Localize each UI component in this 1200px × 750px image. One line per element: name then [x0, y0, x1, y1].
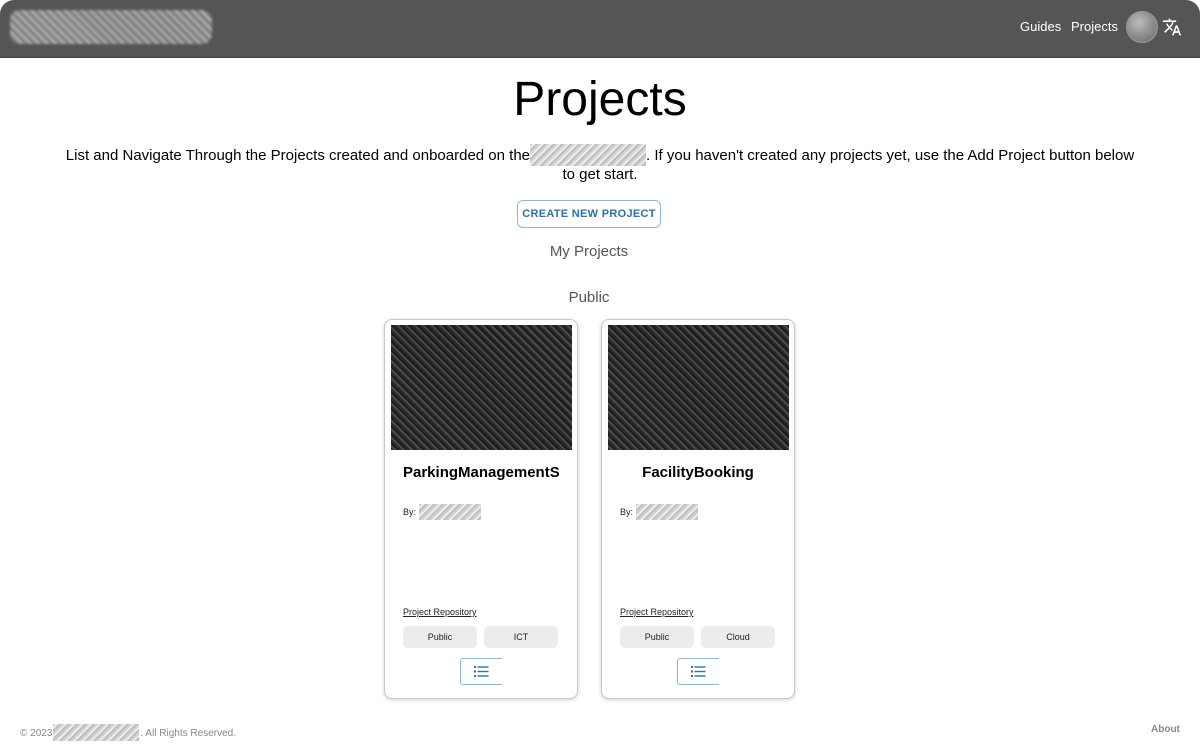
page-intro: List and Navigate Through the Projects c…	[60, 144, 1140, 183]
tag-visibility: Public	[403, 626, 477, 648]
redacted-author	[636, 504, 699, 520]
project-card[interactable]: FacilityBooking By: Project Repository P…	[601, 319, 795, 699]
list-icon	[474, 666, 489, 677]
project-details-button[interactable]	[460, 658, 502, 685]
intro-text-start: List and Navigate Through the Projects c…	[65, 147, 531, 164]
by-label: By:	[620, 507, 634, 517]
list-icon	[691, 666, 706, 677]
project-author: By:	[403, 504, 482, 520]
my-projects-heading: My Projects	[549, 243, 629, 260]
public-heading: Public	[568, 289, 610, 306]
project-thumbnail	[391, 325, 572, 450]
page-title: Projects	[513, 73, 687, 126]
copyright-notice: © 2023 . All Rights Reserved.	[20, 724, 236, 741]
project-repository-link[interactable]: Project Repository	[403, 607, 477, 617]
intro-text-end: . If you haven't created any projects ye…	[562, 147, 1135, 183]
project-details-button[interactable]	[677, 658, 719, 685]
tag-category: ICT	[484, 626, 558, 648]
copyright-prefix: © 2023	[20, 728, 53, 739]
nav-guides-link[interactable]: Guides	[1020, 19, 1061, 34]
redacted-author	[419, 504, 482, 520]
by-label: By:	[403, 507, 417, 517]
project-card[interactable]: ParkingManagementSystem By: Project Repo…	[384, 319, 578, 699]
tag-visibility: Public	[620, 626, 694, 648]
about-link[interactable]: About	[1151, 724, 1180, 735]
top-navbar: Guides Projects	[0, 0, 1200, 58]
redacted-org-name	[53, 724, 140, 741]
translate-icon[interactable]	[1162, 17, 1182, 37]
tag-category: Cloud	[701, 626, 775, 648]
nav-projects-link[interactable]: Projects	[1071, 19, 1118, 34]
project-title[interactable]: ParkingManagementSystem	[403, 464, 559, 481]
project-title[interactable]: FacilityBooking	[620, 464, 776, 481]
copyright-suffix: . All Rights Reserved.	[140, 728, 237, 739]
user-avatar[interactable]	[1126, 11, 1158, 43]
create-project-button[interactable]: CREATE NEW PROJECT	[517, 200, 661, 228]
project-repository-link[interactable]: Project Repository	[620, 607, 694, 617]
project-author: By:	[620, 504, 699, 520]
redacted-platform-name	[530, 144, 647, 166]
brand-logo[interactable]	[10, 10, 212, 44]
project-thumbnail	[608, 325, 789, 450]
